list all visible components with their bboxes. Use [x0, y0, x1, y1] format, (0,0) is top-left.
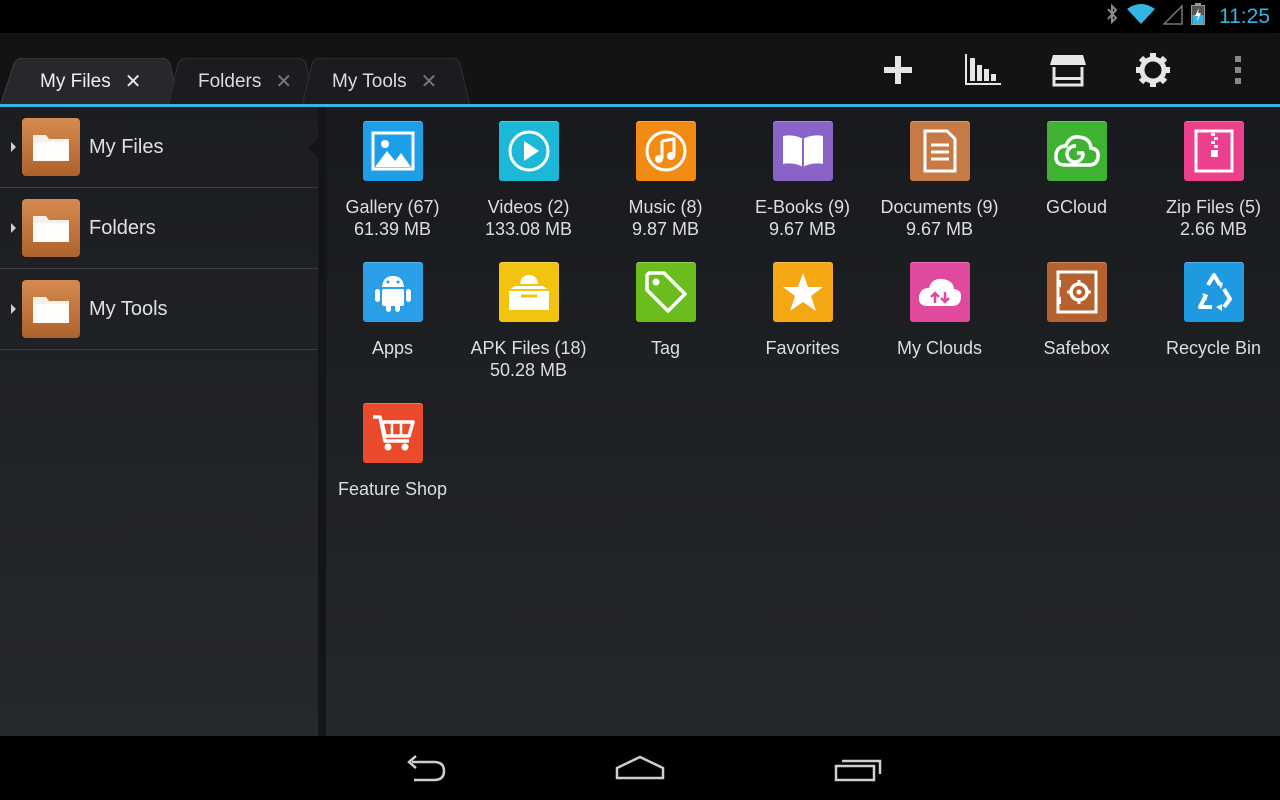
grid-item-label: Documents (9) — [880, 197, 999, 217]
sidebar-item-my-tools[interactable]: My Tools — [0, 269, 318, 350]
back-icon[interactable] — [394, 752, 454, 784]
grid-item-safebox[interactable]: Safebox — [1008, 262, 1145, 359]
zip-icon — [1183, 121, 1244, 181]
recent-apps-icon[interactable] — [828, 752, 888, 784]
grid-item-label: GCloud — [1045, 197, 1108, 217]
shopping-cart-icon — [362, 403, 423, 463]
grid-item-e-books[interactable]: E-Books (9) 9.67 MB — [734, 121, 871, 240]
grid-item-label: Tag — [650, 338, 681, 358]
grid-item-label: Videos (2) — [487, 197, 570, 217]
grid-item-size: 2.66 MB — [1179, 219, 1248, 239]
grid-item-size: 9.67 MB — [768, 219, 837, 239]
grid-item-gallery[interactable]: Gallery (67) 61.39 MB — [324, 121, 461, 240]
signal-icon — [1162, 3, 1183, 30]
sidebar: My Files Folders My Tools — [0, 107, 319, 736]
grid-item-tag[interactable]: Tag — [597, 262, 734, 359]
expand-arrow-icon[interactable] — [11, 304, 16, 314]
grid-item-zip-files[interactable]: Zip Files (5) 2.66 MB — [1145, 121, 1280, 240]
grid-item-apps[interactable]: Apps — [324, 262, 461, 359]
grid-item-size: 61.39 MB — [353, 219, 432, 239]
overflow-menu-icon[interactable] — [1195, 33, 1280, 106]
gallery-icon — [362, 121, 423, 181]
music-note-icon — [635, 121, 696, 181]
status-bar: 11:25 — [0, 0, 1280, 33]
sidebar-item-label: Folders — [89, 216, 156, 239]
grid-item-label: APK Files (18) — [470, 338, 587, 358]
grid-item-size: 133.08 MB — [484, 219, 573, 239]
document-icon — [909, 121, 970, 181]
category-grid: Gallery (67) 61.39 MB Videos (2) 133.08 … — [326, 107, 1280, 736]
add-icon[interactable] — [855, 33, 940, 106]
expand-arrow-icon[interactable] — [11, 223, 16, 233]
grid-item-label: Feature Shop — [337, 479, 448, 499]
grid-item-label: Gallery (67) — [345, 197, 440, 217]
apk-box-icon — [498, 262, 559, 322]
folder-icon — [22, 280, 80, 338]
grid-item-size: 9.67 MB — [905, 219, 974, 239]
grid-item-label: Zip Files (5) — [1165, 197, 1261, 217]
grid-item-label: Favorites — [765, 338, 840, 358]
sidebar-item-folders[interactable]: Folders — [0, 188, 318, 269]
grid-item-apk-files[interactable]: APK Files (18) 50.28 MB — [460, 262, 597, 381]
tab-my-files[interactable]: My Files ✕ — [0, 58, 180, 106]
grid-item-label: Recycle Bin — [1165, 338, 1262, 358]
video-play-icon — [498, 121, 559, 181]
tab-strip: My Files ✕ Folders ✕ My Tools ✕ — [0, 58, 470, 106]
sidebar-item-my-files[interactable]: My Files — [0, 107, 319, 188]
tab-label: Folders — [198, 71, 262, 92]
expand-arrow-icon[interactable] — [11, 142, 16, 152]
gcloud-icon — [1046, 121, 1107, 181]
tab-my-tools[interactable]: My Tools ✕ — [302, 58, 470, 106]
grid-item-size: 9.87 MB — [631, 219, 700, 239]
grid-item-recycle-bin[interactable]: Recycle Bin — [1145, 262, 1280, 359]
store-icon[interactable] — [1025, 33, 1110, 106]
tab-label: My Tools — [332, 71, 407, 92]
star-icon — [772, 262, 833, 322]
grid-item-feature-shop[interactable]: Feature Shop — [324, 403, 461, 500]
book-icon — [772, 121, 833, 181]
grid-item-documents[interactable]: Documents (9) 9.67 MB — [871, 121, 1008, 240]
folder-icon — [22, 118, 80, 176]
grid-item-gcloud[interactable]: GCloud — [1008, 121, 1145, 218]
grid-item-size: 50.28 MB — [489, 360, 568, 380]
sidebar-item-label: My Tools — [89, 297, 168, 320]
battery-charging-icon — [1191, 3, 1205, 30]
grid-item-label: Safebox — [1043, 338, 1110, 358]
cloud-upload-icon — [909, 262, 970, 322]
grid-item-favorites[interactable]: Favorites — [734, 262, 871, 359]
grid-item-my-clouds[interactable]: My Clouds — [871, 262, 1008, 359]
status-icons: 11:25 — [1105, 0, 1270, 33]
sidebar-item-label: My Files — [89, 135, 164, 158]
recycle-icon — [1183, 262, 1244, 322]
grid-item-videos[interactable]: Videos (2) 133.08 MB — [460, 121, 597, 240]
bluetooth-icon — [1105, 3, 1119, 30]
navigation-bar — [0, 736, 1280, 800]
close-icon[interactable]: ✕ — [421, 72, 438, 92]
android-icon — [362, 262, 423, 322]
wifi-icon — [1127, 3, 1155, 30]
grid-item-label: Music (8) — [628, 197, 703, 217]
close-icon[interactable]: ✕ — [275, 72, 292, 92]
grid-item-label: E-Books (9) — [754, 197, 851, 217]
home-icon[interactable] — [610, 752, 670, 784]
action-icons — [855, 33, 1280, 106]
safebox-icon — [1046, 262, 1107, 322]
grid-item-music[interactable]: Music (8) 9.87 MB — [597, 121, 734, 240]
grid-item-label: Apps — [371, 338, 414, 358]
grid-item-label: My Clouds — [896, 338, 983, 358]
folder-icon — [22, 199, 80, 257]
settings-icon[interactable] — [1110, 33, 1195, 106]
close-icon[interactable]: ✕ — [125, 72, 142, 92]
analyze-chart-icon[interactable] — [940, 33, 1025, 106]
tab-label: My Files — [40, 71, 111, 92]
tab-folders[interactable]: Folders ✕ — [168, 58, 314, 106]
status-time: 11:25 — [1219, 4, 1270, 28]
tag-icon — [635, 262, 696, 322]
